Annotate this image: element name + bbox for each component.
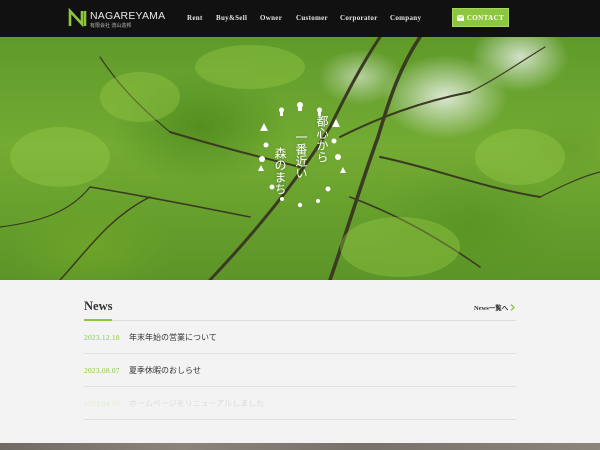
news-all-link[interactable]: News一覧へ	[474, 302, 516, 312]
hero-image: 都心から 一番近い 森のまち	[0, 37, 600, 280]
news-date: 2023.08.07	[84, 366, 120, 375]
emblem-line-1: 都心から	[315, 115, 329, 163]
news-date: 2023.04.10	[84, 399, 120, 408]
news-date: 2023.12.18	[84, 333, 120, 342]
site-header: NAGAREYAMA 有限会社 流山造邦 Rent Buy&Sell Owner…	[0, 0, 600, 37]
mail-icon	[456, 14, 464, 21]
hero-emblem: 都心から 一番近い 森のまち	[252, 101, 348, 213]
contact-button[interactable]: CONTACT	[452, 8, 509, 27]
emblem-line-2: 一番近い	[294, 131, 308, 179]
emblem-line-3: 森のまち	[273, 147, 287, 195]
nav-rent[interactable]: Rent	[187, 14, 203, 22]
news-title: 夏季休暇のおしらせ	[129, 366, 201, 375]
nav-owner[interactable]: Owner	[260, 14, 282, 22]
news-title: ホームページをリニューアルしました	[129, 399, 265, 408]
news-item[interactable]: 2023.08.07 夏季休暇のおしらせ	[84, 354, 516, 387]
news-all-label: News一覧へ	[474, 305, 509, 312]
nav-customer[interactable]: Customer	[296, 14, 328, 22]
nav-buy-sell[interactable]: Buy&Sell	[216, 14, 247, 22]
chevron-right-icon	[510, 303, 516, 311]
nav-company[interactable]: Company	[390, 14, 421, 22]
news-section: News News一覧へ 2023.12.18 年末年始の営業について 2023…	[0, 280, 600, 443]
news-title: 年末年始の営業について	[129, 333, 217, 342]
main-nav: Rent Buy&Sell Owner Customer Corporator …	[0, 14, 600, 26]
contact-label: CONTACT	[466, 13, 505, 22]
news-item[interactable]: 2023.04.10 ホームページをリニューアルしました	[84, 387, 516, 420]
wood-footer-strip	[0, 443, 600, 450]
nav-corporator[interactable]: Corporator	[340, 14, 378, 22]
news-heading: News	[84, 299, 113, 313]
news-item[interactable]: 2023.12.18 年末年始の営業について	[84, 321, 516, 354]
